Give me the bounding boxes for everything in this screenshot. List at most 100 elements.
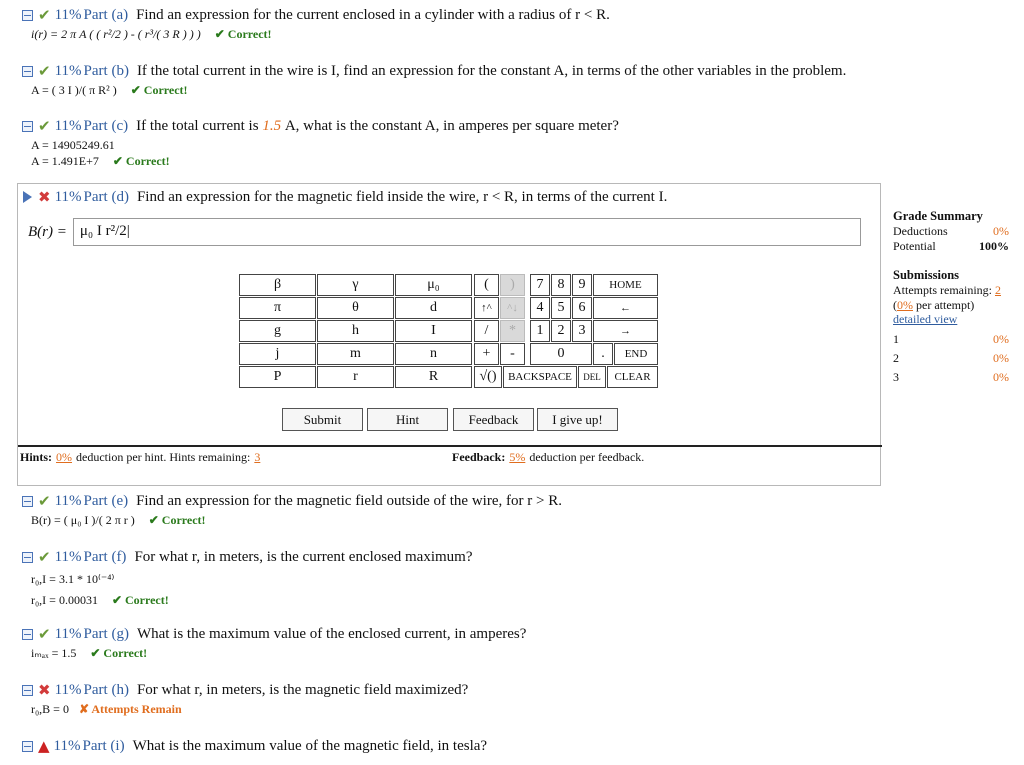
key-0[interactable]: 0 xyxy=(530,343,592,365)
grade-summary-title: Grade Summary xyxy=(893,209,983,223)
key-mu0[interactable]: μ₀ xyxy=(395,274,472,296)
submit-button[interactable]: Submit xyxy=(282,408,363,431)
submission-score: 0% xyxy=(993,370,1009,384)
key-close-paren[interactable]: ) xyxy=(500,274,525,296)
key-plus[interactable]: + xyxy=(474,343,499,365)
key-7[interactable]: 7 xyxy=(530,274,550,296)
collapse-icon[interactable] xyxy=(22,65,33,77)
key-open-paren[interactable]: ( xyxy=(474,274,499,296)
key-gamma[interactable]: γ xyxy=(317,274,394,296)
question-text: If the total current in the wire is I, f… xyxy=(136,62,847,79)
question-text: Find an expression for the magnetic fiel… xyxy=(136,188,668,205)
answer-text: r₀,B = 0 xyxy=(31,702,69,716)
part-label: Part (f) xyxy=(83,548,127,565)
status-badge: ✘ Attempts Remain xyxy=(78,702,182,716)
key-clear[interactable]: CLEAR xyxy=(607,366,658,388)
key-5[interactable]: 5 xyxy=(551,297,571,319)
part-percent: 11% xyxy=(54,492,82,509)
grade-summary: Grade Summary Deductions 0% Potential 100%… xyxy=(893,209,1009,387)
submission-number: 2 xyxy=(893,351,899,365)
key-r[interactable]: r xyxy=(317,366,394,388)
status-badge: ✔ Correct! xyxy=(112,154,170,168)
status-badge: ✔ Correct! xyxy=(214,27,272,41)
question-text: What is the maximum value of the enclose… xyxy=(136,625,527,642)
collapse-icon[interactable] xyxy=(22,551,33,563)
part-i: ▲ 11% Part (i) What is the maximum value… xyxy=(22,737,487,755)
part-percent: 11% xyxy=(54,62,82,79)
key-backspace[interactable]: BACKSPACE xyxy=(503,366,577,388)
part-c: ✔ 11% Part (c) If the total current is 1… xyxy=(22,117,619,169)
key-8[interactable]: 8 xyxy=(551,274,571,296)
check-icon: ✔ xyxy=(38,492,51,510)
key-left-arrow[interactable]: ← xyxy=(593,297,658,319)
expand-arrow-icon[interactable] xyxy=(23,191,32,203)
key-end[interactable]: END xyxy=(614,343,658,365)
part-percent: 11% xyxy=(54,548,82,565)
key-R[interactable]: R xyxy=(395,366,472,388)
part-percent: 11% xyxy=(53,737,81,754)
answer-text: A = 14905249.61 xyxy=(31,138,115,152)
key-minus[interactable]: - xyxy=(500,343,525,365)
part-f: ✔ 11% Part (f) For what r, in meters, is… xyxy=(22,548,473,608)
key-g[interactable]: g xyxy=(239,320,316,342)
collapse-icon[interactable] xyxy=(22,120,33,132)
check-icon: ✔ xyxy=(38,625,51,643)
key-3[interactable]: 3 xyxy=(572,320,592,342)
answer-input[interactable]: μ₀ I r²/2| xyxy=(72,218,861,246)
question-text: What is the maximum value of the magneti… xyxy=(132,737,488,754)
key-sqrt[interactable]: √() xyxy=(474,366,502,388)
key-theta[interactable]: θ xyxy=(317,297,394,319)
submission-score: 0% xyxy=(993,332,1009,346)
collapse-icon[interactable] xyxy=(22,628,33,640)
part-label: Part (i) xyxy=(82,737,125,754)
cross-icon: ✖ xyxy=(38,188,51,206)
submission-score: 0% xyxy=(993,351,1009,365)
key-pi[interactable]: π xyxy=(239,297,316,319)
key-beta[interactable]: β xyxy=(239,274,316,296)
hints-label: Hints: xyxy=(20,450,53,464)
hint-button[interactable]: Hint xyxy=(367,408,448,431)
status-badge: ✔ Correct! xyxy=(130,83,188,97)
key-4[interactable]: 4 xyxy=(530,297,550,319)
feedback-text: deduction per feedback. xyxy=(529,450,645,464)
key-6[interactable]: 6 xyxy=(572,297,592,319)
collapse-icon[interactable] xyxy=(22,684,33,696)
feedback-button[interactable]: Feedback xyxy=(453,408,534,431)
key-superscript[interactable]: ↑^ xyxy=(474,297,499,319)
collapse-icon[interactable] xyxy=(22,740,33,752)
key-I[interactable]: I xyxy=(395,320,472,342)
key-decimal[interactable]: . xyxy=(593,343,613,365)
part-d: ✖ 11% Part (d) Find an expression for th… xyxy=(17,183,882,486)
collapse-icon[interactable] xyxy=(22,495,33,507)
part-label: Part (a) xyxy=(83,6,129,23)
key-right-arrow[interactable]: → xyxy=(593,320,658,342)
key-1[interactable]: 1 xyxy=(530,320,550,342)
key-j[interactable]: j xyxy=(239,343,316,365)
hints-bar: Hints: 0% deduction per hint. Hints remain… xyxy=(18,445,882,464)
give-up-button[interactable]: I give up! xyxy=(537,408,618,431)
key-home[interactable]: HOME xyxy=(593,274,658,296)
answer-text: A = 1.491E+7 xyxy=(31,154,99,168)
question-text: For what r, in meters, is the magnetic f… xyxy=(136,681,469,698)
part-label: Part (e) xyxy=(83,492,129,509)
key-subscript[interactable]: ^↓ xyxy=(500,297,525,319)
key-multiply[interactable]: * xyxy=(500,320,525,342)
key-n[interactable]: n xyxy=(395,343,472,365)
potential-label: Potential xyxy=(893,239,936,253)
key-2[interactable]: 2 xyxy=(551,320,571,342)
part-g: ✔ 11% Part (g) What is the maximum value… xyxy=(22,625,526,661)
given-value: 1.5 xyxy=(262,117,282,134)
key-m[interactable]: m xyxy=(317,343,394,365)
detailed-view-link[interactable]: detailed view xyxy=(893,312,1009,327)
key-divide[interactable]: / xyxy=(474,320,499,342)
question-text: If the total current is xyxy=(136,117,259,134)
collapse-icon[interactable] xyxy=(22,9,33,21)
part-percent: 11% xyxy=(54,625,82,642)
key-P[interactable]: P xyxy=(239,366,316,388)
key-h[interactable]: h xyxy=(317,320,394,342)
answer-text: r₀,I = 0.00031 xyxy=(31,593,98,607)
key-d[interactable]: d xyxy=(395,297,472,319)
key-9[interactable]: 9 xyxy=(572,274,592,296)
status-badge: ✔ Correct! xyxy=(111,593,169,607)
key-del[interactable]: DEL xyxy=(578,366,606,388)
